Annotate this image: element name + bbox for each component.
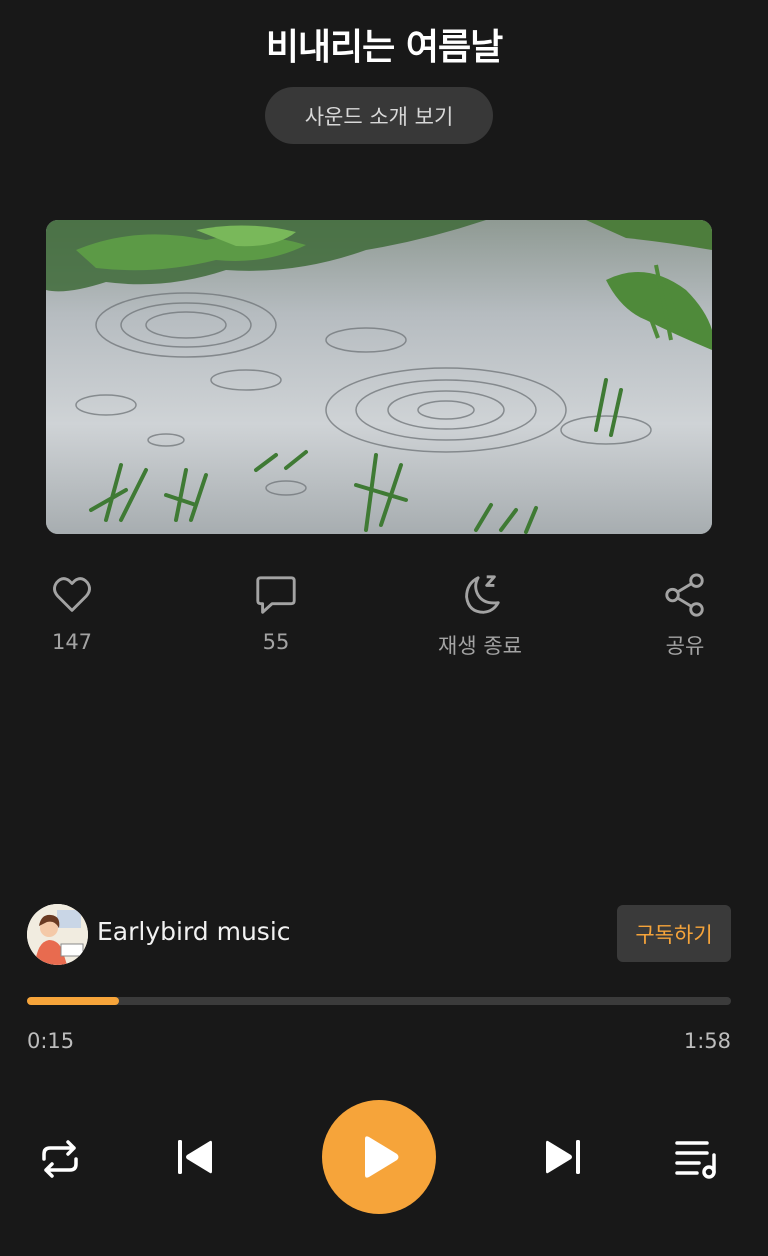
- sound-intro-button[interactable]: 사운드 소개 보기: [265, 87, 493, 144]
- channel-name[interactable]: Earlybird music: [97, 917, 291, 946]
- share-icon[interactable]: [662, 572, 708, 618]
- cover-image: [46, 220, 712, 534]
- previous-icon: [178, 1140, 212, 1174]
- action-bar: 147 55 재생 종료 공유: [0, 572, 768, 672]
- rain-water-illustration: [46, 220, 712, 534]
- sleep-timer-action[interactable]: 재생 종료: [420, 572, 540, 660]
- progress-bar[interactable]: [27, 997, 731, 1005]
- moon-sleep-icon[interactable]: [457, 572, 503, 618]
- comment-action[interactable]: 55: [216, 572, 336, 654]
- page-title: 비내리는 여름날: [265, 27, 503, 68]
- playlist-icon: [675, 1141, 716, 1179]
- channel-avatar[interactable]: [27, 904, 88, 965]
- subscribe-button[interactable]: 구독하기: [617, 905, 731, 962]
- heart-icon[interactable]: [49, 572, 95, 618]
- comment-icon[interactable]: [253, 572, 299, 618]
- playback-controls: [0, 1100, 768, 1216]
- current-time: 0:15: [27, 1029, 75, 1053]
- repeat-button[interactable]: [36, 1135, 84, 1183]
- play-button[interactable]: [322, 1100, 436, 1214]
- share-action[interactable]: 공유: [625, 572, 745, 660]
- avatar-illustration-icon: [27, 904, 88, 965]
- next-button[interactable]: [542, 1135, 586, 1179]
- share-label: 공유: [665, 634, 705, 658]
- like-action[interactable]: 147: [12, 572, 132, 654]
- comment-count: 55: [262, 630, 290, 654]
- channel-row: Earlybird music 구독하기: [27, 904, 731, 965]
- progress-fill: [27, 997, 119, 1005]
- next-icon: [546, 1140, 580, 1174]
- playlist-button[interactable]: [672, 1135, 720, 1183]
- sleep-timer-label: 재생 종료: [438, 634, 522, 658]
- total-time: 1:58: [683, 1029, 731, 1053]
- repeat-icon: [42, 1140, 78, 1178]
- play-icon: [365, 1136, 399, 1178]
- previous-button[interactable]: [172, 1135, 216, 1179]
- like-count: 147: [51, 630, 93, 654]
